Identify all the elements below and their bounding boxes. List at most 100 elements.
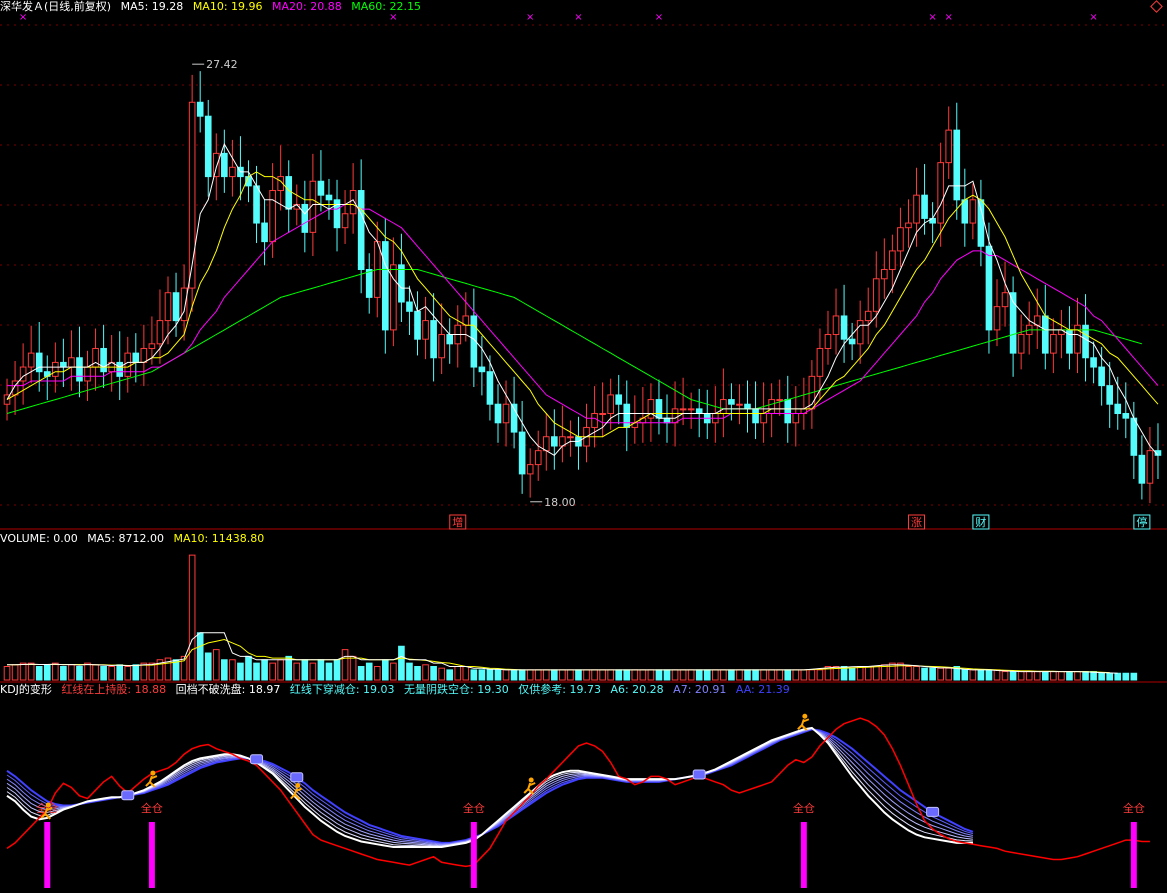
candle-body: [518, 431, 526, 475]
volume-bar: [695, 669, 703, 681]
volume-bar: [663, 669, 671, 681]
candle-body: [881, 269, 888, 280]
runner-icon: [150, 770, 156, 776]
volume-bar: [1001, 671, 1009, 681]
candle-body: [792, 413, 800, 424]
volume-legend: VOLUME: 0.00 MA5: 8712.00 MA10: 11438.80: [0, 533, 270, 545]
candle-body: [1050, 334, 1057, 354]
candle-body: [679, 408, 687, 411]
volume-bar: [502, 669, 510, 681]
candle-body: [937, 162, 944, 224]
volume-ma10-legend: MA10: 11438.80: [173, 532, 265, 545]
ma20-legend: MA20: 20.88: [272, 0, 342, 13]
candle-body: [534, 450, 542, 466]
candle-body: [1138, 454, 1146, 484]
candle-body: [446, 334, 454, 345]
candle-body: [204, 115, 212, 178]
kdj-pullback-legend: 回档不破洗盘: 18.97: [175, 683, 281, 696]
volume-bar: [776, 669, 784, 681]
volume-bar: [567, 669, 574, 681]
volume-bar: [728, 669, 735, 681]
candle-body: [953, 129, 961, 201]
volume-bar: [744, 669, 751, 681]
volume-bar: [961, 669, 969, 681]
candle-body: [188, 101, 196, 289]
signal-label: 全仓: [793, 801, 815, 815]
volume-bar: [84, 662, 91, 681]
candle-body: [430, 320, 437, 359]
volume-bar: [373, 666, 381, 681]
candle-body: [905, 222, 912, 229]
kdj-a7-legend: A7: 20.91: [673, 683, 727, 696]
volume-bar: [1050, 671, 1057, 681]
volume-bar: [784, 669, 792, 681]
cube-marker: [290, 772, 304, 783]
candle-body: [840, 315, 848, 340]
stock-chart[interactable]: 27.4218.00× × × × × × × ×增涨财停全仓 全仓 全仓 全仓 全仓: [0, 0, 1167, 893]
ma60-line: [6, 269, 1143, 414]
candle-body: [752, 408, 759, 424]
volume-bar: [3, 666, 11, 681]
candle-body: [325, 194, 333, 201]
volume-bar: [317, 659, 325, 681]
volume-bar: [1082, 671, 1089, 681]
volume-bar: [51, 662, 59, 681]
volume-bar: [703, 669, 711, 681]
top-marker-cross: ×: [574, 12, 582, 23]
volume-bar: [679, 669, 687, 681]
volume-bar: [148, 662, 156, 681]
volume-bar: [1106, 672, 1114, 681]
candle-body: [164, 292, 172, 322]
volume-bar: [1025, 671, 1033, 681]
top-marker-cross: ×: [945, 12, 953, 23]
candle-body: [116, 361, 124, 377]
event-badge-label: 增: [452, 515, 463, 529]
volume-bar: [985, 669, 993, 681]
candle-body: [285, 176, 293, 210]
kdj-title: KDJ的变形: [0, 683, 52, 696]
candle-body: [478, 366, 486, 373]
volume-bar: [390, 662, 397, 681]
candle-body: [945, 129, 953, 164]
runner-icon: [802, 713, 808, 719]
candle-body: [736, 403, 743, 406]
candle-body: [1106, 385, 1114, 405]
cube-marker: [692, 769, 706, 780]
volume-bar: [462, 666, 470, 681]
volume-bar: [526, 669, 534, 681]
volume-bar: [486, 669, 494, 681]
event-badge-label: 停: [1136, 515, 1147, 529]
candle-body: [647, 399, 655, 419]
volume-bar: [414, 666, 421, 681]
volume-bar: [1017, 671, 1025, 681]
candle-body: [406, 301, 413, 312]
volume-bar: [365, 662, 373, 681]
volume-bar: [269, 662, 276, 681]
candle-body: [76, 357, 83, 382]
kdj-legend: KDJ的变形 红线在上持股: 18.88 回档不破洗盘: 18.97 红线下穿减…: [0, 684, 796, 696]
candle-body: [655, 399, 663, 419]
candle-body: [212, 152, 220, 178]
volume-bar: [19, 662, 27, 681]
cube-marker: [250, 754, 264, 765]
kdj-a6-legend: A6: 20.28: [610, 683, 664, 696]
candle-body: [542, 436, 550, 452]
candle-body: [848, 338, 856, 345]
volume-bar: [711, 669, 719, 681]
volume-bar: [1090, 671, 1097, 681]
volume-bar: [808, 669, 816, 681]
ma10-line: [6, 171, 1159, 438]
ma5-legend: MA5: 19.28: [120, 0, 184, 13]
volume-bar: [551, 669, 558, 681]
candle-body: [132, 352, 140, 363]
volume-bar: [856, 666, 864, 681]
signal-label: 全仓: [1123, 801, 1145, 815]
volume-bar: [639, 669, 647, 681]
volume-ma5-legend: MA5: 8712.00: [87, 532, 164, 545]
candle-body: [687, 408, 695, 411]
stock-name: 深华发Ａ(日线,前复权): [0, 0, 112, 13]
volume-bar: [768, 669, 775, 681]
top-marker-cross: ×: [526, 12, 534, 23]
candle-body: [526, 464, 534, 475]
candle-body: [889, 250, 896, 270]
